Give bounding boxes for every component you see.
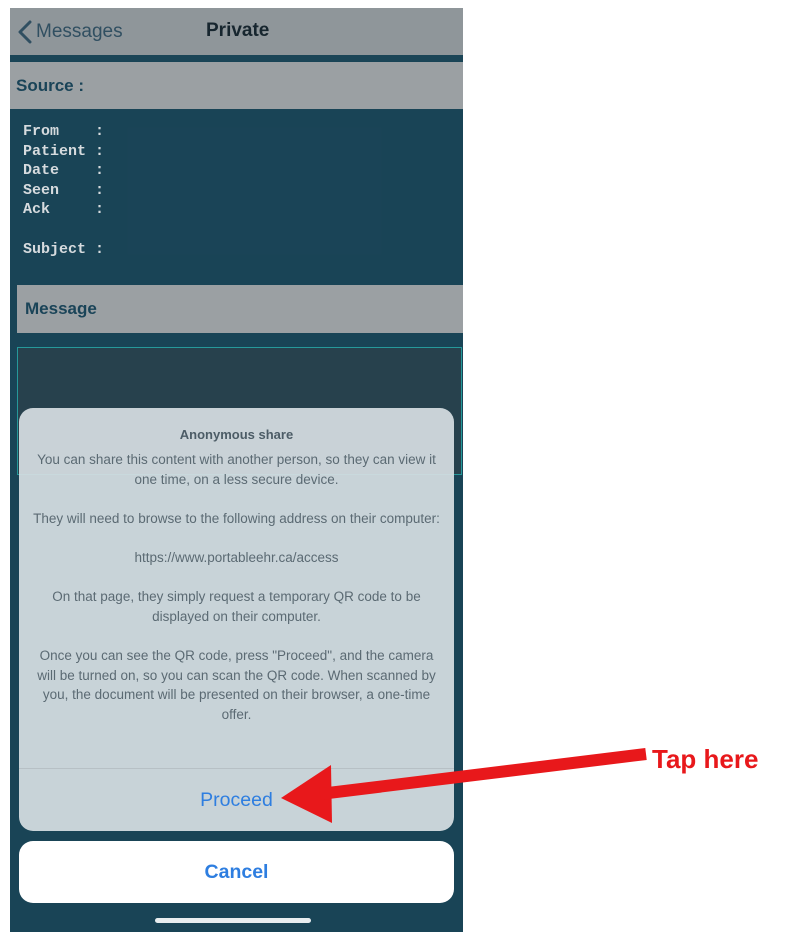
- tap-here-annotation: Tap here: [652, 744, 759, 774]
- share-action-sheet: Anonymous share You can share this conte…: [19, 408, 454, 831]
- phone-screen: Messages Private Source : From : Patient…: [10, 8, 463, 932]
- sheet-message: You can share this content with another …: [33, 450, 440, 744]
- sheet-url: https://www.portableehr.ca/access: [134, 549, 339, 565]
- sheet-paragraph: On that page, they simply request a temp…: [52, 589, 421, 624]
- home-indicator[interactable]: [155, 918, 311, 923]
- sheet-paragraph: You can share this content with another …: [37, 452, 436, 487]
- sheet-title: Anonymous share: [179, 427, 294, 442]
- proceed-button[interactable]: Proceed: [19, 769, 454, 831]
- cancel-button[interactable]: Cancel: [19, 841, 454, 903]
- sheet-paragraph: They will need to browse to the followin…: [33, 510, 440, 526]
- sheet-paragraph: Once you can see the QR code, press "Pro…: [37, 647, 436, 722]
